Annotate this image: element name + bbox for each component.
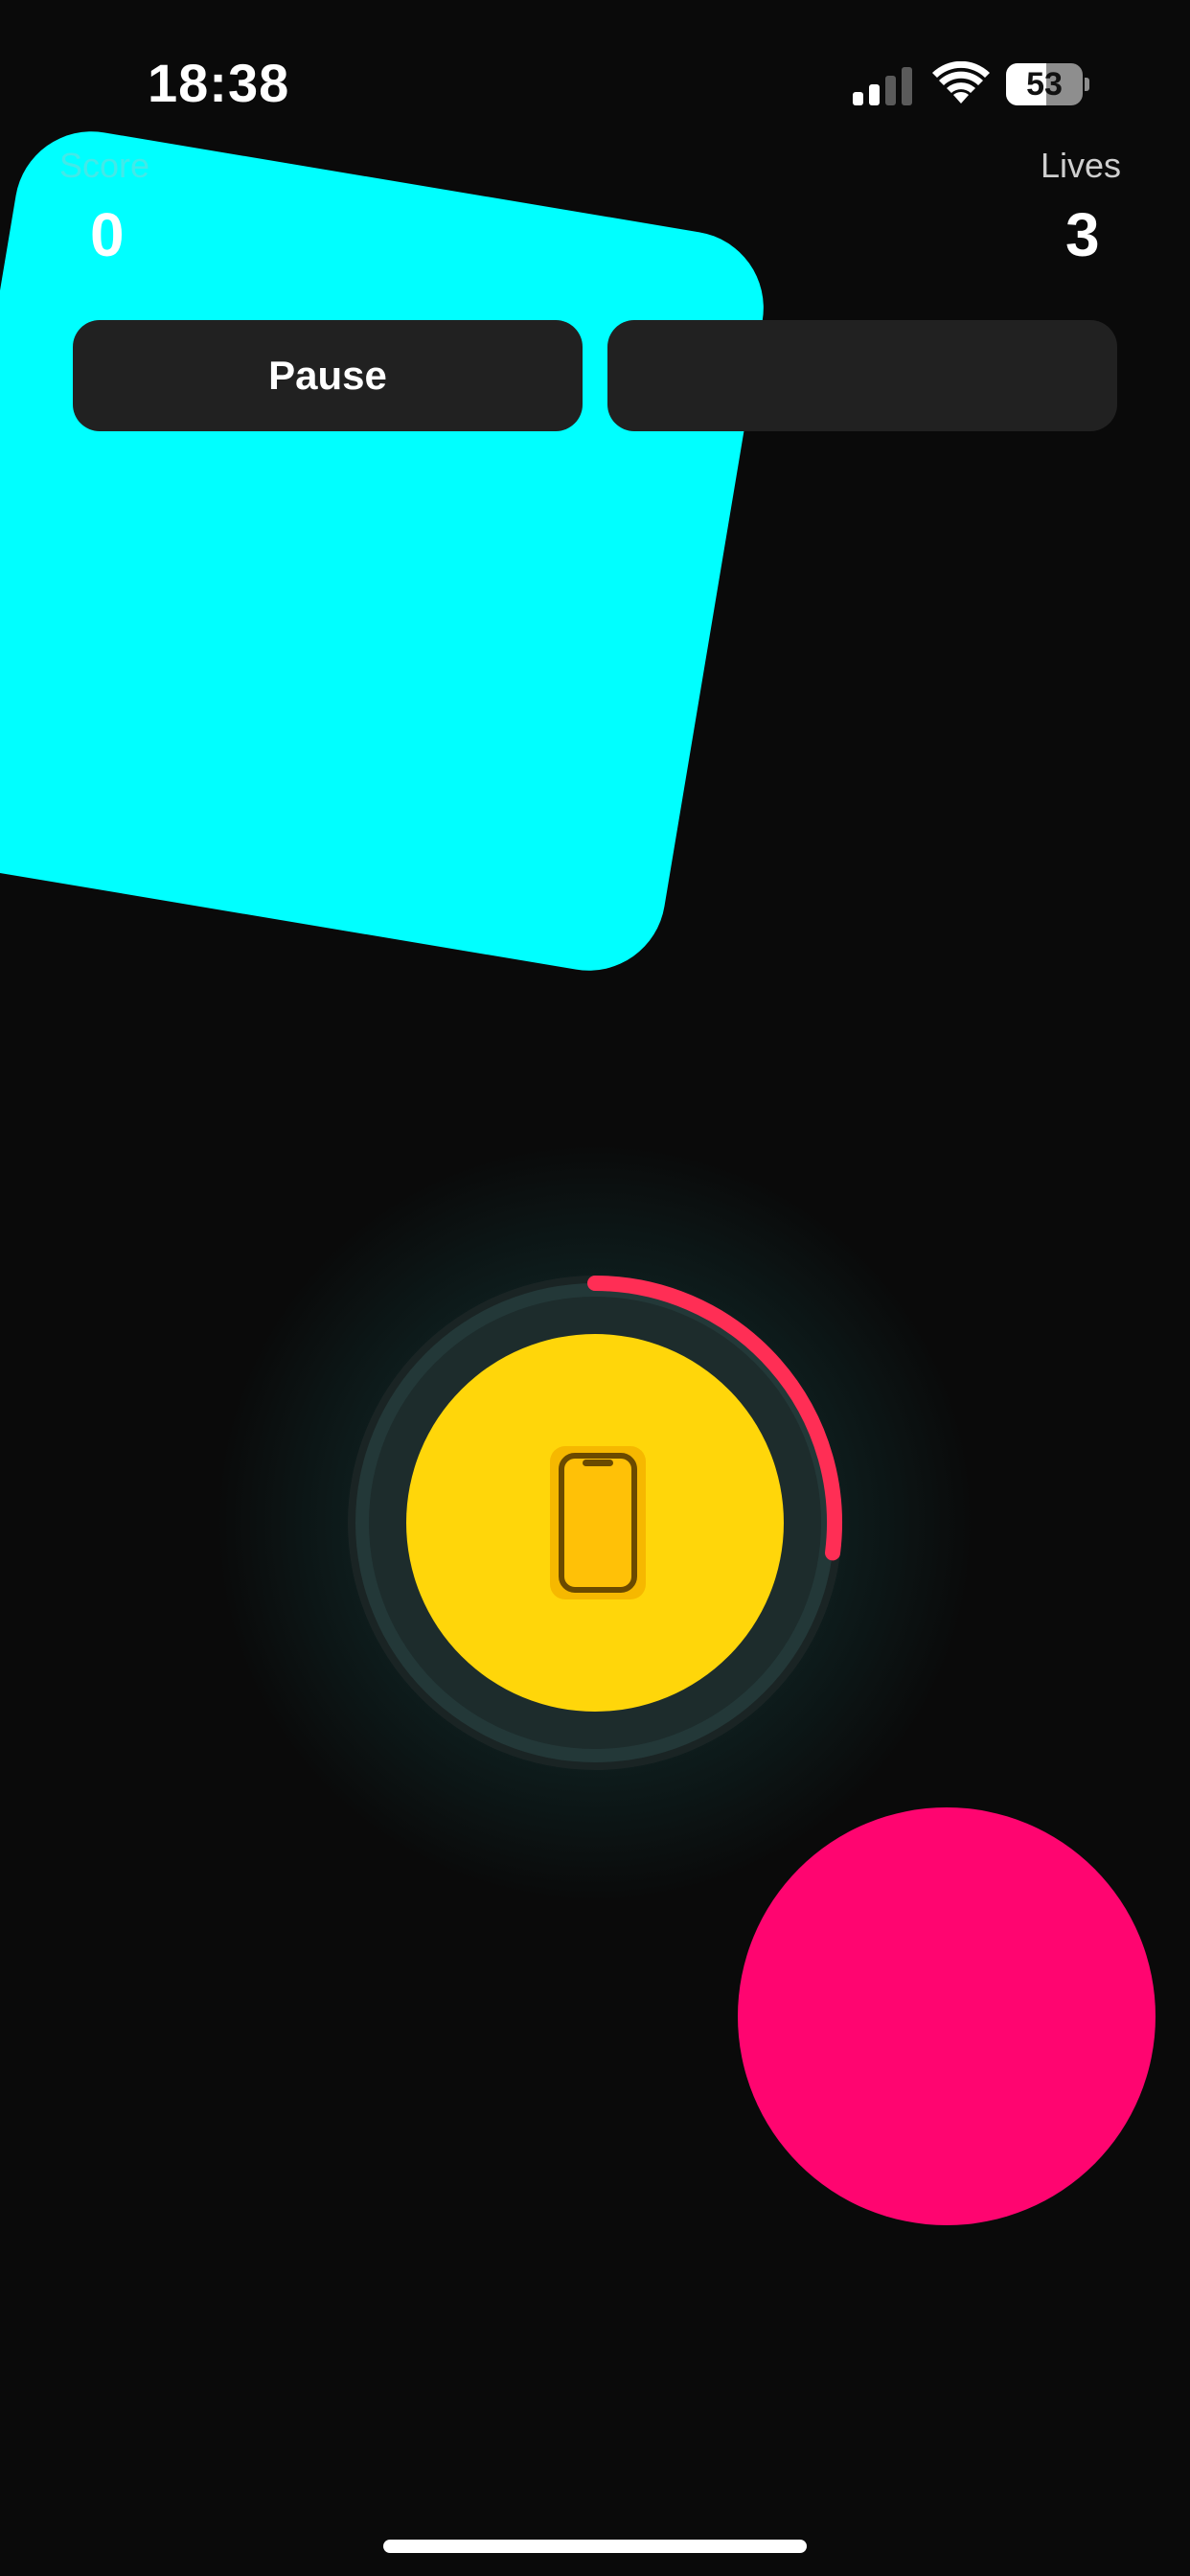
lives-value: 3 (1065, 200, 1100, 269)
battery-level: 53 (1026, 66, 1063, 103)
secondary-button[interactable] (607, 320, 1117, 431)
score-label: Score (59, 146, 150, 185)
home-indicator[interactable] (383, 2540, 807, 2553)
cellular-signal-icon (853, 67, 912, 105)
status-time: 18:38 (148, 53, 290, 113)
battery-icon: 53 (1006, 63, 1090, 105)
status-bar: 18:38 53 (0, 0, 1190, 153)
wifi-icon (932, 61, 990, 104)
phone-icon (550, 1446, 646, 1599)
battery-nub (1085, 78, 1089, 91)
lives-label: Lives (1041, 146, 1122, 185)
pause-button[interactable]: Pause (73, 320, 583, 431)
score-value: 0 (90, 200, 125, 269)
battery-body: 53 (1006, 63, 1083, 105)
pink-ball-obstacle (738, 1807, 1156, 2225)
tap-target[interactable] (336, 1264, 854, 1782)
